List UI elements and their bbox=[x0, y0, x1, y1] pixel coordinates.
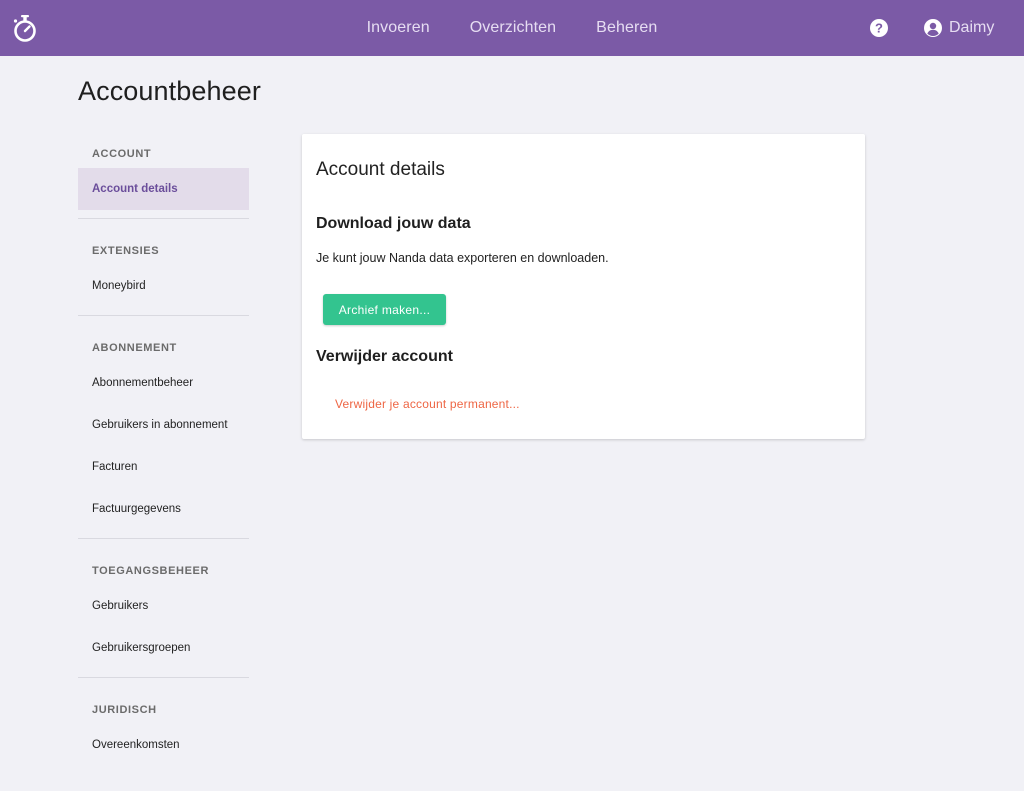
sidebar-item-account-details[interactable]: Account details bbox=[78, 168, 249, 210]
sidebar-header-abonnement: ABONNEMENT bbox=[92, 342, 177, 354]
sidebar-header-toegangsbeheer: TOEGANGSBEHEER bbox=[92, 565, 209, 577]
sidebar-item-abonnementbeheer[interactable]: Abonnementbeheer bbox=[78, 362, 249, 404]
user-menu[interactable]: Daimy bbox=[924, 17, 994, 39]
help-circle-icon[interactable]: ? bbox=[870, 19, 888, 37]
divider bbox=[78, 218, 249, 219]
nav-beheren[interactable]: Beheren bbox=[596, 19, 657, 37]
nav-invoeren[interactable]: Invoeren bbox=[367, 19, 430, 37]
page-title: Accountbeheer bbox=[78, 76, 261, 106]
user-circle-icon bbox=[924, 19, 942, 37]
sidebar-item-gebruikers[interactable]: Gebruikers bbox=[78, 585, 249, 627]
top-navbar: Invoeren Overzichten Beheren ? Daimy bbox=[0, 0, 1024, 56]
divider bbox=[78, 538, 249, 539]
delete-account-heading: Verwijder account bbox=[316, 348, 453, 365]
create-archive-button[interactable]: Archief maken... bbox=[323, 294, 446, 325]
card-title: Account details bbox=[316, 159, 445, 180]
sidebar-header-account: ACCOUNT bbox=[92, 148, 152, 160]
sidebar-item-gebruikersgroepen[interactable]: Gebruikersgroepen bbox=[78, 627, 249, 669]
delete-account-link[interactable]: Verwijder je account permanent... bbox=[335, 397, 520, 411]
sidebar-item-overeenkomsten[interactable]: Overeenkomsten bbox=[78, 724, 249, 766]
sidebar-item-moneybird[interactable]: Moneybird bbox=[78, 265, 249, 307]
sidebar-item-factuurgegevens[interactable]: Factuurgegevens bbox=[78, 488, 249, 530]
divider bbox=[78, 315, 249, 316]
sidebar-item-facturen[interactable]: Facturen bbox=[78, 446, 249, 488]
divider bbox=[78, 677, 249, 678]
download-description: Je kunt jouw Nanda data exporteren en do… bbox=[316, 251, 609, 265]
sidebar-header-juridisch: JURIDISCH bbox=[92, 704, 157, 716]
account-details-card: Account details Download jouw data Je ku… bbox=[302, 134, 865, 439]
sidebar: ACCOUNT Account details EXTENSIES Moneyb… bbox=[78, 134, 249, 766]
sidebar-header-extensies: EXTENSIES bbox=[92, 245, 160, 257]
nav-overzichten[interactable]: Overzichten bbox=[470, 19, 556, 37]
svg-text:?: ? bbox=[875, 21, 883, 36]
sidebar-item-gebruikers-in-abonnement[interactable]: Gebruikers in abonnement bbox=[78, 404, 249, 446]
user-name: Daimy bbox=[949, 19, 995, 36]
download-heading: Download jouw data bbox=[316, 215, 471, 232]
